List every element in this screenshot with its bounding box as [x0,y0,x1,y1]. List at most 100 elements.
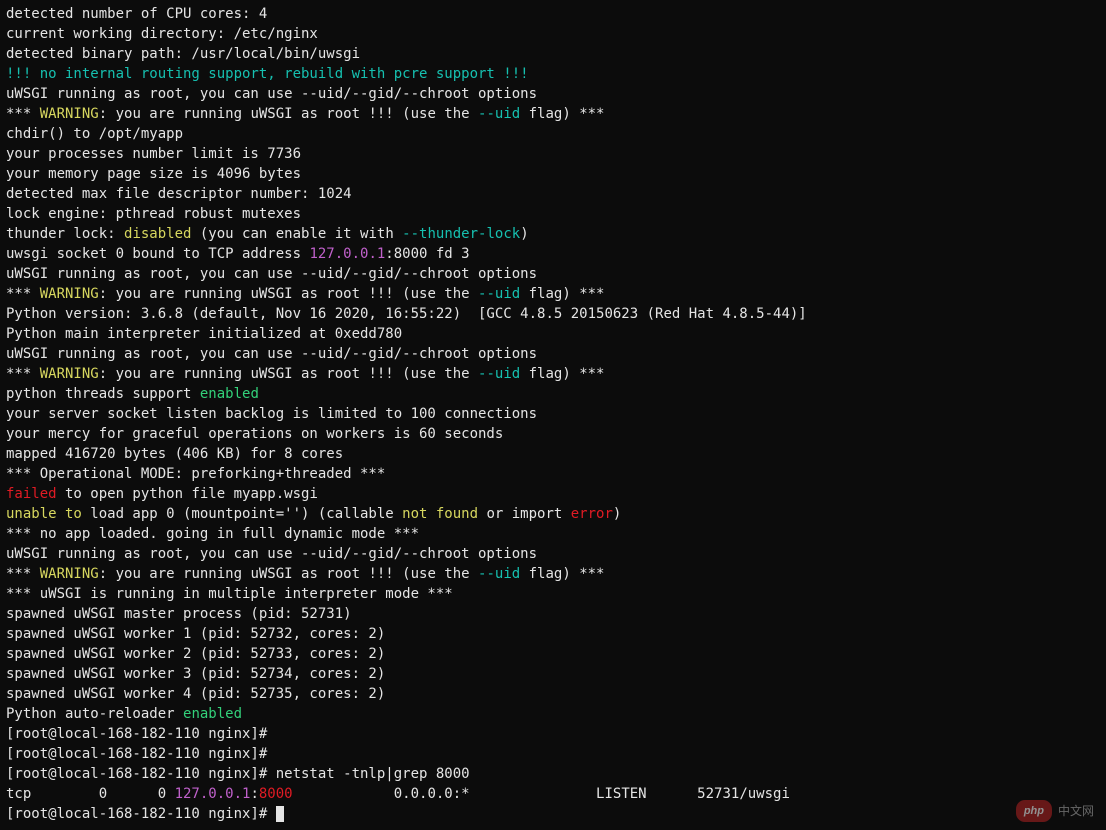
terminal-line: tcp 0 0 127.0.0.1:8000 0.0.0.0:* LISTEN … [6,784,1100,804]
terminal-text: !!! no internal routing support, rebuild… [6,66,529,82]
terminal-line: *** WARNING: you are running uWSGI as ro… [6,364,1100,384]
terminal-text: your mercy for graceful operations on wo… [6,426,503,442]
terminal-line: uWSGI running as root, you can use --uid… [6,264,1100,284]
terminal-line: your processes number limit is 7736 [6,144,1100,164]
terminal-text: *** [6,366,40,382]
cursor[interactable] [276,806,284,822]
terminal-text: flag) *** [520,366,604,382]
terminal-line: *** WARNING: you are running uWSGI as ro… [6,284,1100,304]
terminal-text: Python main interpreter initialized at 0… [6,326,402,342]
terminal-text: detected binary path: /usr/local/bin/uws… [6,46,360,62]
terminal-text: thunder lock: [6,226,124,242]
terminal-text: enabled [183,706,242,722]
terminal-text: 0.0.0.0:* LISTEN 52731/uwsgi [293,786,866,802]
terminal-text: mapped 416720 bytes (406 KB) for 8 cores [6,446,343,462]
terminal-line: mapped 416720 bytes (406 KB) for 8 cores [6,444,1100,464]
terminal-line: chdir() to /opt/myapp [6,124,1100,144]
terminal-text: 127.0.0.1 [309,246,385,262]
terminal-text: uWSGI running as root, you can use --uid… [6,266,537,282]
terminal-text: not found [402,506,478,522]
terminal-line: spawned uWSGI worker 3 (pid: 52734, core… [6,664,1100,684]
terminal-line: Python main interpreter initialized at 0… [6,324,1100,344]
terminal-text: *** no app loaded. going in full dynamic… [6,526,419,542]
terminal-text: spawned uWSGI worker 4 (pid: 52735, core… [6,686,385,702]
terminal-text: or import [478,506,571,522]
terminal-line: uwsgi socket 0 bound to TCP address 127.… [6,244,1100,264]
terminal-line: failed to open python file myapp.wsgi [6,484,1100,504]
terminal-line: *** no app loaded. going in full dynamic… [6,524,1100,544]
terminal-line: Python version: 3.6.8 (default, Nov 16 2… [6,304,1100,324]
terminal-line: detected max file descriptor number: 102… [6,184,1100,204]
watermark-pill: php [1016,800,1052,822]
terminal-line: uWSGI running as root, you can use --uid… [6,544,1100,564]
terminal-text: *** [6,106,40,122]
terminal-text: WARNING [40,566,99,582]
terminal-text: load app 0 (mountpoint='') (callable [82,506,402,522]
terminal-text: --thunder-lock [402,226,520,242]
terminal-text: uWSGI running as root, you can use --uid… [6,86,537,102]
terminal-text: detected max file descriptor number: 102… [6,186,352,202]
terminal-line: detected binary path: /usr/local/bin/uws… [6,44,1100,64]
terminal-text: flag) *** [520,566,604,582]
terminal-text: --uid [478,366,520,382]
terminal-text: uwsgi socket 0 bound to TCP address [6,246,309,262]
terminal-line: spawned uWSGI worker 2 (pid: 52733, core… [6,644,1100,664]
terminal-text: uWSGI running as root, you can use --uid… [6,546,537,562]
terminal-text: spawned uWSGI worker 1 (pid: 52732, core… [6,626,385,642]
terminal-text: (you can enable it with [191,226,402,242]
terminal-text: detected number of CPU cores: 4 [6,6,267,22]
terminal-line: !!! no internal routing support, rebuild… [6,64,1100,84]
terminal-text: your memory page size is 4096 bytes [6,166,301,182]
terminal-text: *** [6,286,40,302]
terminal-text: [root@local-168-182-110 nginx]# [6,726,276,742]
terminal-text: chdir() to /opt/myapp [6,126,183,142]
terminal-text: : you are running uWSGI as root !!! (use… [99,106,478,122]
terminal-line: spawned uWSGI worker 1 (pid: 52732, core… [6,624,1100,644]
terminal-text: python threads support [6,386,200,402]
terminal-line: python threads support enabled [6,384,1100,404]
terminal-text: flag) *** [520,106,604,122]
terminal-text: spawned uWSGI worker 3 (pid: 52734, core… [6,666,385,682]
terminal-line: Python auto-reloader enabled [6,704,1100,724]
terminal-line: thunder lock: disabled (you can enable i… [6,224,1100,244]
terminal-text: [root@local-168-182-110 nginx]# [6,746,276,762]
terminal-text: 127.0.0.1 [175,786,251,802]
terminal-text: disabled [124,226,191,242]
terminal-text: ) [613,506,621,522]
terminal-text: *** [6,566,40,582]
terminal-text: *** uWSGI is running in multiple interpr… [6,586,453,602]
terminal-line: unable to load app 0 (mountpoint='') (ca… [6,504,1100,524]
terminal-line: *** WARNING: you are running uWSGI as ro… [6,104,1100,124]
terminal-line: detected number of CPU cores: 4 [6,4,1100,24]
terminal-text: :8000 fd 3 [385,246,469,262]
terminal-text: your server socket listen backlog is lim… [6,406,537,422]
terminal-line: current working directory: /etc/nginx [6,24,1100,44]
terminal-text: Python auto-reloader [6,706,183,722]
terminal-text: flag) *** [520,286,604,302]
terminal-line: *** WARNING: you are running uWSGI as ro… [6,564,1100,584]
watermark-text: 中文网 [1058,801,1094,821]
terminal-line: uWSGI running as root, you can use --uid… [6,84,1100,104]
terminal-text: current working directory: /etc/nginx [6,26,318,42]
terminal-text: Python version: 3.6.8 (default, Nov 16 2… [6,306,807,322]
terminal-output[interactable]: detected number of CPU cores: 4 current w… [6,4,1100,824]
terminal-line: your mercy for graceful operations on wo… [6,424,1100,444]
terminal-text: : you are running uWSGI as root !!! (use… [99,566,478,582]
terminal-text: enabled [200,386,259,402]
terminal-line: uWSGI running as root, you can use --uid… [6,344,1100,364]
terminal-text: --uid [478,106,520,122]
terminal-text: WARNING [40,286,99,302]
terminal-text: *** Operational MODE: preforking+threade… [6,466,385,482]
terminal-line: [root@local-168-182-110 nginx]# [6,804,1100,824]
terminal-text: [root@local-168-182-110 nginx]# [6,806,276,822]
terminal-text: [root@local-168-182-110 nginx]# netstat … [6,766,470,782]
terminal-text: your processes number limit is 7736 [6,146,301,162]
terminal-text: uWSGI running as root, you can use --uid… [6,346,537,362]
terminal-line: *** Operational MODE: preforking+threade… [6,464,1100,484]
terminal-text: tcp 0 0 [6,786,175,802]
terminal-line: spawned uWSGI master process (pid: 52731… [6,604,1100,624]
terminal-text: : [250,786,258,802]
terminal-line: lock engine: pthread robust mutexes [6,204,1100,224]
terminal-text: lock engine: pthread robust mutexes [6,206,301,222]
terminal-text: --uid [478,566,520,582]
